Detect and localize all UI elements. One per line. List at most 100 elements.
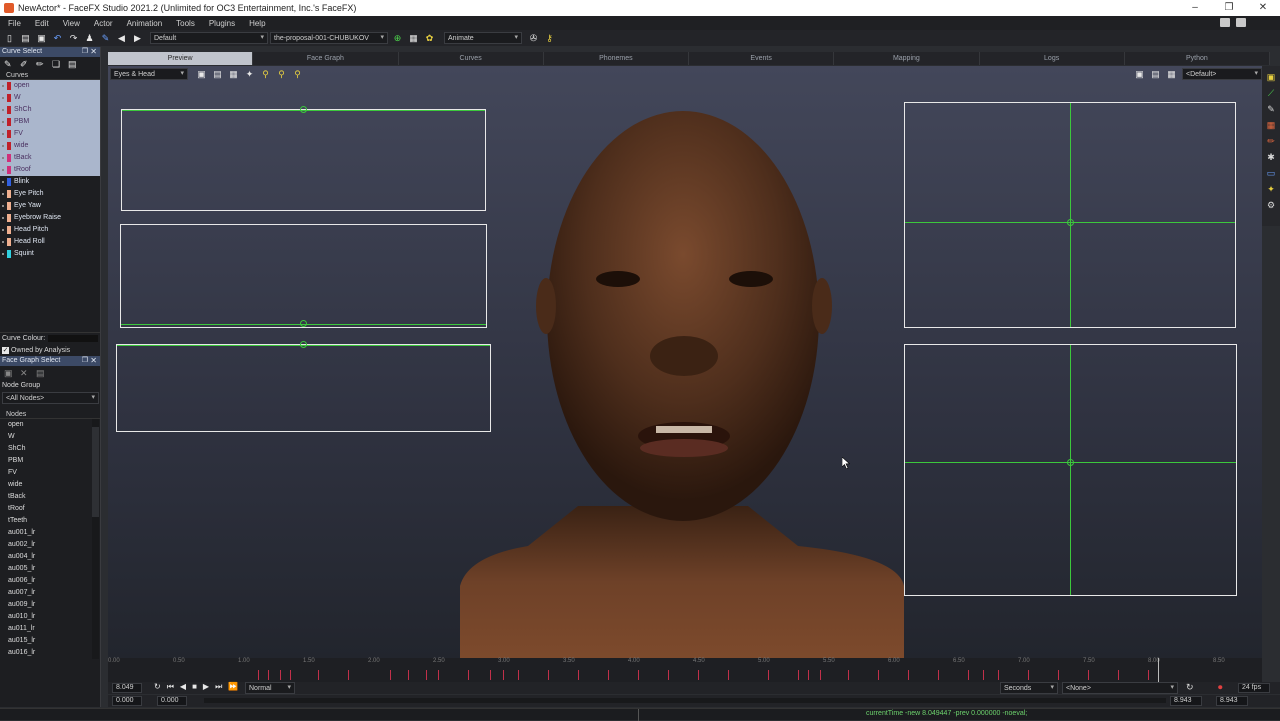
slider-knob[interactable]: [1067, 459, 1074, 466]
curve-item[interactable]: PBM: [0, 116, 100, 128]
end-time2-field[interactable]: 8.943: [1216, 696, 1248, 706]
node-scrollbar-thumb[interactable]: [92, 427, 99, 517]
palette-icon[interactable]: ▦: [1267, 121, 1276, 130]
node-item[interactable]: W: [0, 431, 100, 443]
playhead[interactable]: [1158, 658, 1159, 682]
time-units-combo[interactable]: Seconds: [1000, 682, 1058, 694]
node-item[interactable]: au001_lr: [0, 527, 100, 539]
node-list[interactable]: open W ShCh PBM FV wide tBack tRoof tTee…: [0, 419, 100, 659]
node-scrollbar[interactable]: [92, 419, 99, 659]
curve-item[interactable]: Eye Pitch: [0, 188, 100, 200]
brush-tool-icon[interactable]: ✏: [36, 59, 45, 69]
start-time2-field[interactable]: 0.000: [157, 696, 187, 706]
node-item[interactable]: au015_lr: [0, 635, 100, 647]
node-group-combo[interactable]: <All Nodes>: [2, 392, 99, 404]
curve-item[interactable]: Squint: [0, 248, 100, 260]
slider-knob[interactable]: [1067, 219, 1074, 226]
menu-tools[interactable]: Tools: [176, 19, 195, 28]
node-item[interactable]: au004_lr: [0, 551, 100, 563]
curve-item[interactable]: Blink: [0, 176, 100, 188]
bone-remove-icon[interactable]: ⚲: [292, 69, 303, 80]
play-icon[interactable]: ▶: [203, 682, 209, 692]
node-item[interactable]: PBM: [0, 455, 100, 467]
window-icon[interactable]: ▭: [1267, 169, 1276, 178]
settings-icon[interactable]: ⚙: [1267, 201, 1276, 210]
start-time-field[interactable]: 0.000: [112, 696, 142, 706]
menu-animation[interactable]: Animation: [127, 19, 163, 28]
layout3-icon[interactable]: ▦: [1166, 69, 1177, 80]
wrench-icon[interactable]: ✇: [528, 33, 539, 44]
camera-icon[interactable]: ▣: [196, 69, 207, 80]
maximize-button[interactable]: ❐: [1212, 0, 1246, 16]
save-icon[interactable]: ▣: [36, 33, 47, 44]
mdi-restore-icon[interactable]: [1220, 18, 1230, 27]
paste-icon[interactable]: ▤: [68, 59, 77, 69]
timeline[interactable]: 0.00 0.50 1.00 1.50 2.00 2.50 3.00 3.50 …: [108, 658, 1262, 682]
pen-icon[interactable]: ✐: [20, 59, 29, 69]
profile-combo[interactable]: Default: [150, 32, 268, 44]
node-item[interactable]: au009_lr: [0, 599, 100, 611]
slider-knob[interactable]: [300, 341, 307, 348]
node-item[interactable]: au007_lr: [0, 587, 100, 599]
node-item[interactable]: FV: [0, 467, 100, 479]
node-select-icon[interactable]: ▣: [4, 368, 13, 378]
animation-group-combo[interactable]: the-proposal-001-CHUBUKOV: [270, 32, 388, 44]
tab-mapping[interactable]: Mapping: [834, 52, 980, 65]
camera-combo[interactable]: Eyes & Head: [110, 68, 188, 80]
wireframe-icon[interactable]: ▦: [228, 69, 239, 80]
loop-icon[interactable]: ↻: [154, 682, 161, 692]
skip-start-icon[interactable]: ⏮: [167, 682, 174, 692]
slider-knob[interactable]: [300, 106, 307, 113]
layout2-icon[interactable]: ▤: [1150, 69, 1161, 80]
mode-combo[interactable]: Animate: [444, 32, 522, 44]
bone-add-icon[interactable]: ⚲: [276, 69, 287, 80]
back-icon[interactable]: ◀: [116, 33, 127, 44]
tab-phonemes[interactable]: Phonemes: [544, 52, 689, 65]
open-file-icon[interactable]: ▤: [20, 33, 31, 44]
curve-item[interactable]: Eyebrow Raise: [0, 212, 100, 224]
step-forward-icon[interactable]: ⏭: [215, 682, 222, 692]
mdi-close-icon[interactable]: [1236, 18, 1246, 27]
brush2-icon[interactable]: ✏: [1267, 137, 1276, 146]
redo-icon[interactable]: ↷: [68, 33, 79, 44]
node-item[interactable]: au006_lr: [0, 575, 100, 587]
undo-icon[interactable]: ↶: [52, 33, 63, 44]
slider-widget[interactable]: [120, 224, 487, 328]
node-item[interactable]: au002_lr: [0, 539, 100, 551]
tab-events[interactable]: Events: [689, 52, 835, 65]
tab-curves[interactable]: Curves: [399, 52, 544, 65]
key-icon[interactable]: ⚷: [544, 33, 555, 44]
curve-item[interactable]: ShCh: [0, 104, 100, 116]
float-icon[interactable]: ❐: [82, 356, 88, 366]
slider-widget[interactable]: [121, 106, 486, 211]
menu-edit[interactable]: Edit: [35, 19, 49, 28]
view-preset-combo[interactable]: <Default>: [1182, 68, 1262, 80]
node-item[interactable]: open: [0, 419, 100, 431]
tab-logs[interactable]: Logs: [980, 52, 1125, 65]
copy-icon[interactable]: ❏: [52, 59, 61, 69]
curve-item[interactable]: wide: [0, 140, 100, 152]
menu-file[interactable]: File: [8, 19, 21, 28]
tab-face-graph[interactable]: Face Graph: [253, 52, 399, 65]
stop-icon[interactable]: ■: [192, 682, 197, 692]
end-time-field[interactable]: 8.943: [1170, 696, 1202, 706]
node-item[interactable]: au016_lr: [0, 647, 100, 659]
menu-help[interactable]: Help: [249, 19, 265, 28]
node-item[interactable]: wide: [0, 479, 100, 491]
node-item[interactable]: ShCh: [0, 443, 100, 455]
curve-colour-swatch[interactable]: [48, 335, 99, 342]
playback-mode-combo[interactable]: Normal: [245, 682, 295, 694]
layout-icon[interactable]: ▣: [1134, 69, 1145, 80]
step-back-icon[interactable]: ◀: [180, 682, 186, 692]
bulb-icon[interactable]: ✦: [1267, 185, 1276, 194]
slider-knob[interactable]: [300, 320, 307, 327]
curve-item[interactable]: tRoof: [0, 164, 100, 176]
node-item[interactable]: au010_lr: [0, 611, 100, 623]
slider-2d-widget[interactable]: [904, 102, 1236, 328]
close-panel-icon[interactable]: ✕: [90, 47, 97, 57]
curve-item[interactable]: FV: [0, 128, 100, 140]
graph-icon[interactable]: ⟋: [1267, 89, 1276, 98]
curve-item[interactable]: Head Pitch: [0, 224, 100, 236]
owned-by-analysis-checkbox[interactable]: ✓: [2, 346, 9, 354]
node-filter-icon[interactable]: ▤: [36, 368, 45, 378]
